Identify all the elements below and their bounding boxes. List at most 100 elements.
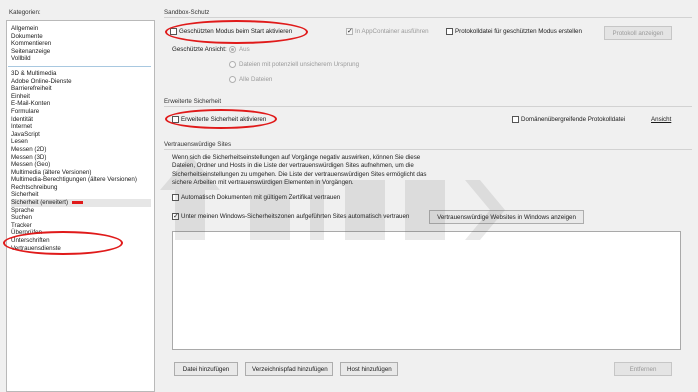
category-separator (8, 65, 151, 67)
category-item-label: Multimedia (ältere Versionen) (11, 168, 92, 176)
category-item-label: Überprüfen (11, 229, 42, 237)
category-item[interactable]: Barrierefreiheit (11, 85, 151, 93)
view-log-link[interactable]: Ansicht (651, 116, 671, 123)
category-item-selected[interactable]: Sicherheit (erweitert) (11, 199, 151, 207)
category-item[interactable]: Suchen (11, 214, 151, 222)
radio-all-files-button[interactable] (229, 76, 236, 83)
category-item-label: Internet (11, 123, 32, 131)
enhanced-divider (164, 106, 692, 107)
category-item-label: Seitenanzeige (11, 47, 51, 55)
category-item[interactable]: Internet (11, 123, 151, 131)
radio-unsafe-origin[interactable]: Dateien mit potenziell unsicherem Urspru… (229, 61, 359, 68)
trusted-sites-list[interactable] (172, 231, 681, 350)
category-item-label: Barrierefreiheit (11, 85, 52, 93)
appcontainer-checkbox[interactable]: In AppContainer ausführen (346, 28, 429, 35)
category-item-label: Identität (11, 115, 34, 123)
radio-unsafe-origin-button[interactable] (229, 61, 236, 68)
remove-button[interactable]: Entfernen (614, 362, 672, 376)
category-item[interactable]: Allgemein (11, 25, 151, 33)
windows-zones-label: Unter meinen Windows-Sicherheitszonen au… (181, 213, 410, 221)
add-host-button[interactable]: Host hinzufügen (340, 362, 398, 376)
category-item[interactable]: Formulare (11, 108, 151, 116)
enhanced-security-checkbox[interactable]: Erweiterte Sicherheit aktivieren (172, 116, 266, 123)
category-item-label: Vollbild (11, 55, 31, 63)
add-folder-path-button[interactable]: Verzeichnispfad hinzufügen (245, 362, 333, 376)
enhanced-security-label: Erweiterte Sicherheit aktivieren (181, 116, 267, 124)
trusted-description-line: Sicherheitseinstellungen zu umgehen. Die… (172, 170, 427, 178)
category-item-label: Sicherheit (erweitert) (11, 199, 69, 207)
category-item[interactable]: Tracker (11, 222, 151, 230)
appcontainer-label: In AppContainer ausführen (355, 28, 429, 36)
category-item[interactable]: E-Mail-Konten (11, 100, 151, 108)
categories-list[interactable]: Allgemein Dokumente Kommentieren Seitenanze… (6, 20, 155, 392)
cross-domain-log-label: Domänenübergreifende Protokolldatei (521, 116, 626, 124)
windows-zones-checkbox-box[interactable] (172, 213, 179, 220)
category-item-label: Einheit (11, 92, 30, 100)
category-item[interactable]: Multimedia-Berechtigungen (ältere Versio… (11, 176, 151, 184)
category-item-label: Unterschriften (11, 237, 50, 245)
category-item-label: Rechtschreibung (11, 183, 58, 191)
trusted-description-line: Dateien, Ordner und Hosts in die Liste d… (172, 162, 414, 170)
category-item[interactable]: Überprüfen (11, 229, 151, 237)
category-item-label: Messen (2D) (11, 145, 47, 153)
category-item[interactable]: Lesen (11, 138, 151, 146)
category-item[interactable]: Adobe Online-Dienste (11, 78, 151, 86)
category-item[interactable]: 3D & Multimedia (11, 70, 151, 78)
category-item-label: Messen (Geo) (11, 161, 51, 169)
protected-mode-checkbox-box[interactable] (170, 28, 177, 35)
cross-domain-log-checkbox-box[interactable] (512, 116, 519, 123)
protected-mode-checkbox[interactable]: Geschützten Modus beim Start aktivieren (170, 28, 292, 35)
category-item-label: Sprache (11, 206, 35, 214)
category-item[interactable]: Messen (2D) (11, 146, 151, 154)
category-item[interactable]: Messen (Geo) (11, 161, 151, 169)
category-item[interactable]: Unterschriften (11, 237, 151, 245)
protected-log-checkbox-box[interactable] (446, 28, 453, 35)
category-item-label: Allgemein (11, 25, 39, 32)
auto-trust-certificate-checkbox-box[interactable] (172, 194, 179, 201)
category-item[interactable]: JavaScript (11, 131, 151, 139)
category-item[interactable]: Seitenanzeige (11, 48, 151, 56)
category-item[interactable]: Sprache (11, 207, 151, 215)
radio-off[interactable]: Aus (229, 46, 250, 53)
protected-view-label: Geschützte Ansicht: (172, 46, 227, 53)
category-item-label: Messen (3D) (11, 153, 47, 161)
trusted-section-title: Vertrauenswürdige Sites (164, 141, 232, 148)
radio-all-files[interactable]: Alle Dateien (229, 76, 272, 83)
appcontainer-checkbox-box[interactable] (346, 28, 353, 35)
radio-off-button[interactable] (229, 46, 236, 53)
category-item-label: Dokumente (11, 32, 43, 40)
protected-log-label: Protokolldatei für geschützten Modus ers… (455, 28, 582, 36)
category-item[interactable]: Identität (11, 116, 151, 124)
category-item[interactable]: Vertrauensdienste (11, 245, 151, 253)
windows-zones-checkbox[interactable]: Unter meinen Windows-Sicherheitszonen au… (172, 213, 409, 220)
auto-trust-certificate-checkbox[interactable]: Automatisch Dokumenten mit gültigem Zert… (172, 194, 340, 201)
category-item[interactable]: Vollbild (11, 55, 151, 63)
cross-domain-log-checkbox[interactable]: Domänenübergreifende Protokolldatei (512, 116, 625, 123)
category-item[interactable]: Multimedia (ältere Versionen) (11, 169, 151, 177)
protected-log-checkbox[interactable]: Protokolldatei für geschützten Modus ers… (446, 28, 582, 35)
protected-mode-label: Geschützten Modus beim Start aktivieren (179, 28, 293, 36)
category-item-label: E-Mail-Konten (11, 100, 51, 108)
category-item[interactable]: Sicherheit (11, 191, 151, 199)
category-item[interactable]: Dokumente (11, 33, 151, 41)
category-item-label: JavaScript (11, 130, 40, 138)
category-item-label: Adobe Online-Dienste (11, 77, 72, 85)
category-item[interactable]: Einheit (11, 93, 151, 101)
category-item[interactable]: Messen (3D) (11, 154, 151, 162)
sandbox-divider (164, 17, 692, 18)
selection-marker (72, 200, 84, 204)
radio-off-label: Aus (239, 46, 250, 54)
trusted-description-line: Wenn sich die Sicherheitseinstellungen a… (172, 154, 421, 161)
category-item-label: Formulare (11, 107, 40, 115)
category-item-label: Tracker (11, 221, 32, 229)
enhanced-security-checkbox-box[interactable] (172, 116, 179, 123)
sandbox-section-title: Sandbox-Schutz (164, 9, 210, 16)
show-windows-sites-button[interactable]: Vertrauenswürdige Websites in Windows an… (429, 210, 584, 224)
auto-trust-certificate-label: Automatisch Dokumenten mit gültigem Zert… (181, 194, 341, 202)
show-log-button[interactable]: Protokoll anzeigen (604, 26, 672, 40)
category-item-label: Kommentieren (11, 40, 52, 48)
categories-items: Allgemein Dokumente Kommentieren Seitenanze… (8, 25, 151, 253)
category-item[interactable]: Kommentieren (11, 40, 151, 48)
add-file-button[interactable]: Datei hinzufügen (174, 362, 238, 376)
category-item[interactable]: Rechtschreibung (11, 184, 151, 192)
